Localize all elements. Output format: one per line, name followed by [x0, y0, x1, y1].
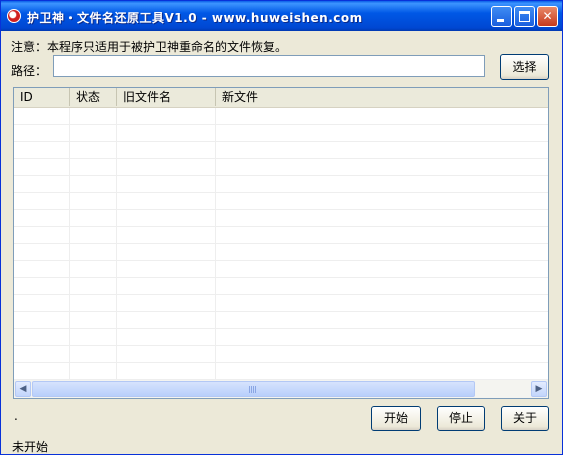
scroll-thumb[interactable] — [32, 381, 475, 397]
table-body[interactable] — [14, 108, 548, 380]
window-title: 护卫神・文件名还原工具V1.0 - www.huweishen.com — [27, 11, 363, 25]
column-header-id[interactable]: ID — [14, 88, 70, 106]
minimize-button[interactable] — [491, 6, 512, 27]
column-header-new-file[interactable]: 新文件 — [216, 88, 548, 106]
scroll-right-arrow-icon[interactable]: ▶ — [531, 381, 547, 397]
column-header-status[interactable]: 状态 — [70, 88, 117, 106]
about-button[interactable]: 关于 — [501, 406, 549, 431]
column-divider — [116, 108, 117, 380]
maximize-icon — [519, 11, 530, 22]
horizontal-scrollbar[interactable]: ◀ ▶ — [14, 380, 548, 398]
start-button[interactable]: 开始 — [371, 406, 421, 431]
column-header-old-filename[interactable]: 旧文件名 — [117, 88, 216, 106]
status-text: 未开始 — [12, 440, 49, 454]
notice-text: 注意：本程序只适用于被护卫神重命名的文件恢复。 — [11, 40, 288, 54]
stop-button[interactable]: 停止 — [437, 406, 485, 431]
grip-icon — [249, 386, 257, 393]
path-input[interactable] — [53, 55, 485, 77]
footer-dot-text: . — [14, 409, 18, 423]
shield-app-icon — [7, 9, 21, 23]
maximize-button[interactable] — [514, 6, 535, 27]
scroll-left-arrow-icon[interactable]: ◀ — [15, 381, 31, 397]
title-bar[interactable]: 护卫神・文件名还原工具V1.0 - www.huweishen.com ✕ — [1, 1, 562, 31]
column-divider — [215, 108, 216, 380]
file-table[interactable]: ID 状态 旧文件名 新文件 ◀ ▶ — [13, 87, 549, 399]
minimize-icon — [497, 19, 504, 22]
app-window: 护卫神・文件名还原工具V1.0 - www.huweishen.com ✕ 注意… — [0, 0, 563, 455]
path-label: 路径： — [11, 64, 48, 78]
table-header: ID 状态 旧文件名 新文件 — [14, 88, 548, 108]
select-button[interactable]: 选择 — [500, 54, 549, 80]
close-button[interactable]: ✕ — [537, 6, 558, 27]
column-divider — [69, 108, 70, 380]
close-icon: ✕ — [542, 9, 553, 23]
